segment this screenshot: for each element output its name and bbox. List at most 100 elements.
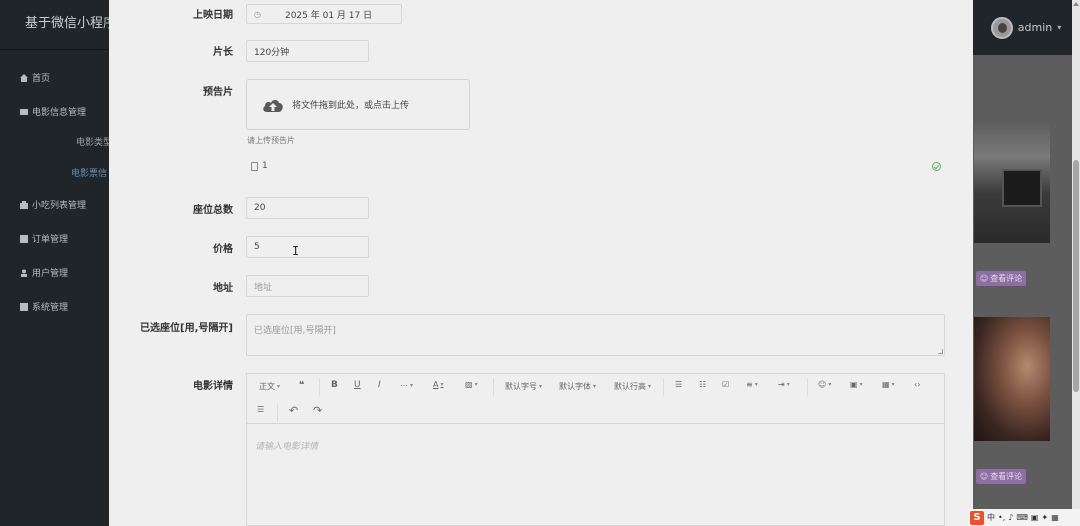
ime-mode[interactable]: 中 <box>987 512 995 523</box>
paragraph-label: 正文 <box>259 382 275 391</box>
release-date-label: 上映日期 <box>193 10 233 21</box>
chevron-down-icon: ▾ <box>1057 23 1062 32</box>
font-size-dropdown[interactable]: 默认字号 ▾ <box>505 381 542 392</box>
toolbar-divider <box>493 378 494 396</box>
release-date-value: 2025 年 01 月 17 日 <box>284 10 373 21</box>
rich-text-editor[interactable]: 正文 ▾ ❝ B U I ⋯ ▾ A ▾ ▨ ▾ 默认字号 ▾ 默认字体 ▾ 默认行高 ▾ ☰… <box>246 373 945 526</box>
view-reviews-label: 查看评论 <box>990 274 1023 283</box>
bullet-list-icon[interactable]: ☰ <box>675 380 682 389</box>
document-icon <box>251 161 258 171</box>
edit-dialog: 上映日期 ◷ 2025 年 01 月 17 日 片长 120分钟 预告片 将文件… <box>109 0 973 526</box>
scrollbar-thumb[interactable] <box>1073 160 1079 392</box>
font-size-label: 默认字号 <box>505 382 537 391</box>
grid-icon[interactable]: ▦ <box>1051 513 1059 522</box>
toolbar-divider <box>319 378 320 396</box>
toolbar-divider <box>807 378 808 396</box>
sidebar-item-movie-type[interactable]: 电影类型 <box>76 135 112 148</box>
tools-icon[interactable]: ✦ <box>1041 513 1048 522</box>
sidebar-item-movie-info[interactable]: 电影信息管理 <box>20 105 86 118</box>
smile-icon: ☺ <box>979 274 989 283</box>
quote-icon[interactable]: ❝ <box>299 380 304 391</box>
line-height-label: 默认行高 <box>614 382 646 391</box>
details-label: 电影详情 <box>193 381 233 392</box>
home-icon <box>20 73 28 82</box>
trailer-upload-dropzone[interactable]: 将文件拖到此处，或点击上传 <box>246 79 470 130</box>
uploaded-file-item[interactable]: 1 <box>251 161 268 171</box>
settings-icon <box>20 302 28 311</box>
selected-seats-placeholder: 已选座位[用,号隔开] <box>254 326 336 336</box>
image-icon[interactable]: ▣ ▾ <box>850 380 863 389</box>
sidebar-item-orders[interactable]: 订单管理 <box>20 232 68 245</box>
sidebar-item-system[interactable]: 系统管理 <box>20 300 68 313</box>
scroll-up-icon[interactable] <box>1073 2 1079 6</box>
upload-hint: 请上传预告片 <box>247 136 295 145</box>
film-icon <box>20 108 28 115</box>
todo-checkbox-icon[interactable]: ☑ <box>722 380 729 389</box>
selected-seats-textarea[interactable]: 已选座位[用,号隔开] <box>246 314 945 356</box>
sidebar-item-home[interactable]: 首页 <box>20 71 50 84</box>
sidebar-item-label: 订单管理 <box>32 235 69 245</box>
sidebar-item-movie-ticket[interactable]: 电影票信 <box>71 166 107 179</box>
caret-down-icon: ▾ <box>277 383 281 390</box>
more-styles-icon[interactable]: ⋯ ▾ <box>400 381 413 390</box>
editor-toolbar: 正文 ▾ ❝ B U I ⋯ ▾ A ▾ ▨ ▾ 默认字号 ▾ 默认字体 ▾ 默认行高 ▾ ☰… <box>247 374 944 424</box>
table-icon[interactable]: ▦ ▾ <box>882 380 895 389</box>
redo-icon[interactable]: ↷ <box>313 404 322 417</box>
punctuation-icon[interactable]: •, <box>998 513 1005 522</box>
seats-input[interactable]: 20 <box>246 197 369 219</box>
font-family-dropdown[interactable]: 默认字体 ▾ <box>559 381 596 392</box>
price-input[interactable]: 5 <box>246 236 369 258</box>
emoji-icon[interactable]: ☺ ▾ <box>818 380 831 389</box>
app-brand: 基于微信小程序 <box>0 0 112 50</box>
editor-placeholder: 请输入电影详情 <box>255 442 319 452</box>
uploaded-file-name: 1 <box>262 161 268 171</box>
sidebar-item-label: 小吃列表管理 <box>32 201 87 211</box>
skin-icon[interactable]: ▣ <box>1031 513 1039 522</box>
smile-icon: ☺ <box>979 472 989 481</box>
user-menu[interactable]: admin ▾ <box>972 0 1080 55</box>
align-icon[interactable]: ≡ ▾ <box>746 380 758 389</box>
italic-icon[interactable]: I <box>378 380 381 390</box>
paragraph-dropdown[interactable]: 正文 ▾ <box>259 381 280 392</box>
view-reviews-button[interactable]: ☺ 查看评论 <box>976 469 1026 484</box>
indent-icon[interactable]: ⇥ ▾ <box>778 380 790 389</box>
release-date-picker[interactable]: ◷ 2025 年 01 月 17 日 <box>246 4 402 24</box>
toolbar-divider <box>663 378 664 396</box>
duration-label: 片长 <box>213 47 233 58</box>
microphone-icon[interactable]: ♪ <box>1008 513 1013 522</box>
duration-input[interactable]: 120分钟 <box>246 40 369 62</box>
view-reviews-label: 查看评论 <box>990 472 1023 481</box>
username: admin <box>1017 21 1053 34</box>
line-height-dropdown[interactable]: 默认行高 ▾ <box>614 381 651 392</box>
price-label: 价格 <box>213 244 233 255</box>
numbered-list-icon[interactable]: ☷ <box>699 380 706 389</box>
font-color-icon[interactable]: A ▾ <box>433 380 444 389</box>
divider-line-icon[interactable]: ☰ <box>257 405 264 414</box>
scrollbar[interactable] <box>1072 0 1080 526</box>
order-icon <box>20 234 28 243</box>
sidebar-item-snacks[interactable]: 小吃列表管理 <box>20 198 86 211</box>
system-tray: S 中 •, ♪ ⌨ ▣ ✦ ▦ <box>968 509 1080 526</box>
sidebar-item-users[interactable]: 用户管理 <box>20 266 68 279</box>
sogou-ime-icon[interactable]: S <box>970 510 984 525</box>
upload-text: 将文件拖到此处，或点击上传 <box>292 101 410 111</box>
sidebar-item-label: 系统管理 <box>32 303 69 313</box>
seats-label: 座位总数 <box>193 205 233 216</box>
sidebar-item-label: 首页 <box>32 74 51 84</box>
bold-icon[interactable]: B <box>331 380 338 390</box>
success-check-icon <box>932 162 941 171</box>
address-input[interactable]: 地址 <box>246 275 369 297</box>
movie-poster <box>974 119 1050 243</box>
snack-icon <box>20 200 28 209</box>
undo-icon[interactable]: ↶ <box>289 404 298 417</box>
resize-handle[interactable] <box>938 349 943 354</box>
background-color-icon[interactable]: ▨ ▾ <box>465 380 478 389</box>
underline-icon[interactable]: U <box>354 380 361 390</box>
avatar <box>990 16 1013 39</box>
keyboard-icon[interactable]: ⌨ <box>1016 513 1028 522</box>
code-icon[interactable]: ‹› <box>914 380 920 389</box>
font-family-label: 默认字体 <box>559 382 591 391</box>
view-reviews-button[interactable]: ☺ 查看评论 <box>976 271 1026 286</box>
user-icon <box>21 269 27 277</box>
trailer-label: 预告片 <box>203 87 233 98</box>
